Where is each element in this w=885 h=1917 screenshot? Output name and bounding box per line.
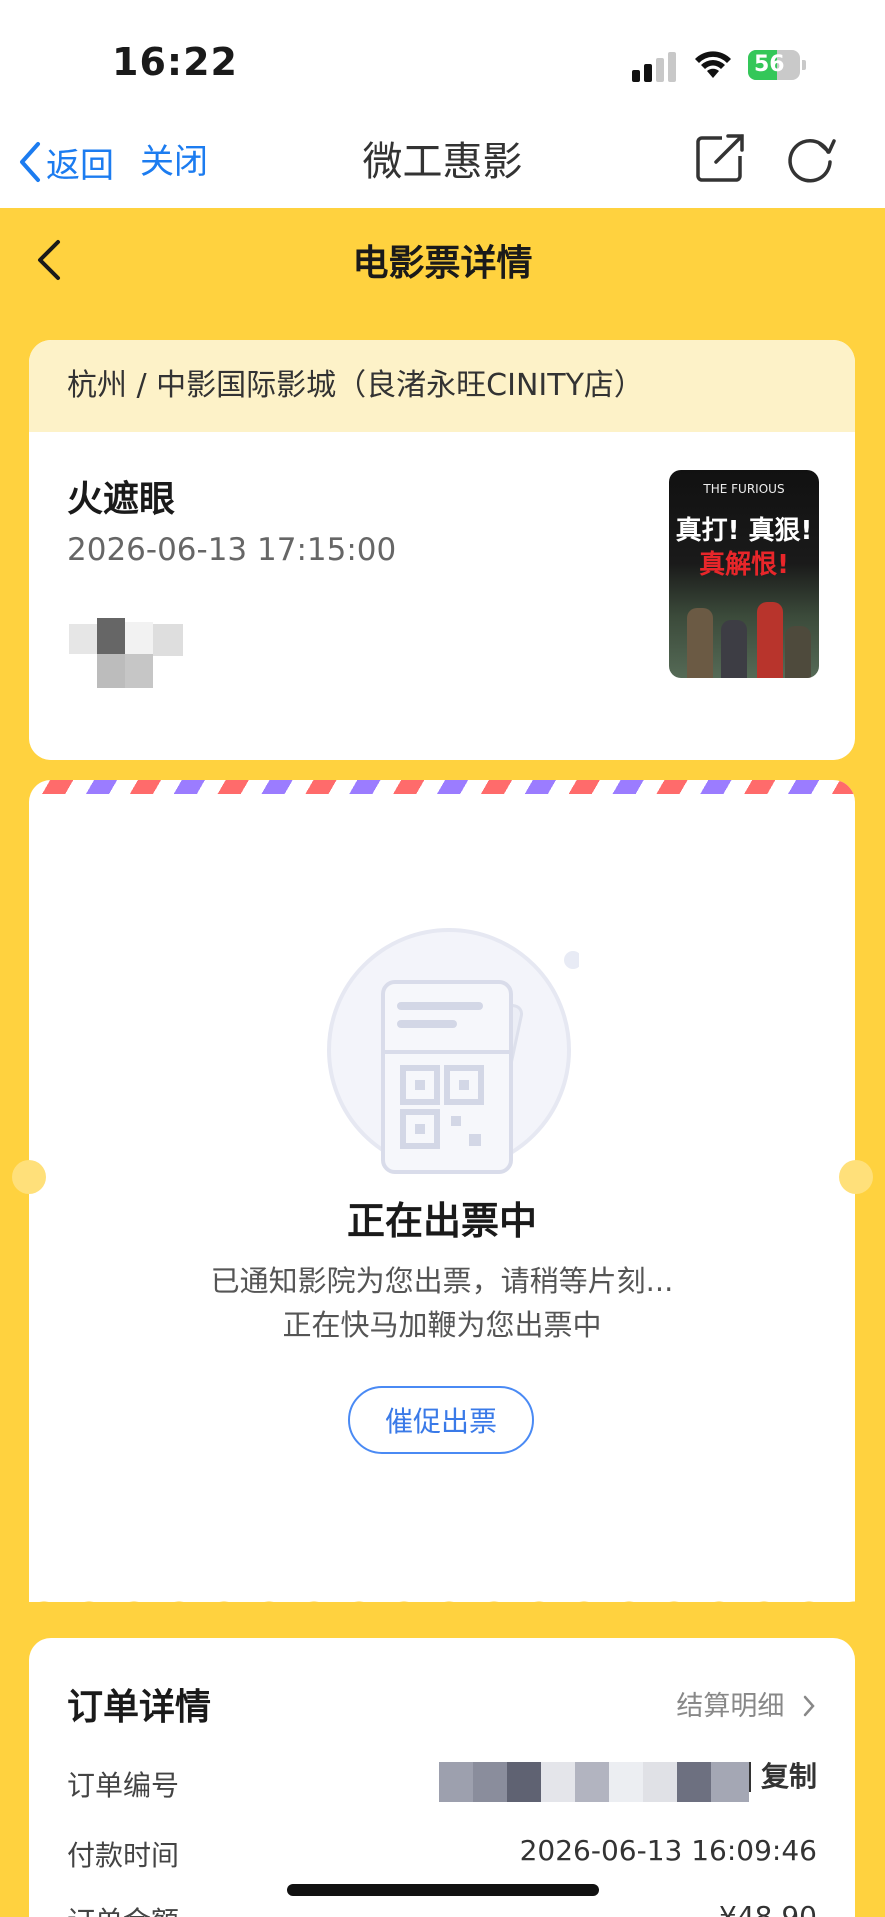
ticket-detail-page: 电影票详情 杭州 / 中影国际影城（良渚永旺CINITY店） 火遮眼 2026-… <box>0 208 885 1917</box>
battery-icon: 56 <box>748 50 806 80</box>
pay-time-label: 付款时间 <box>67 1839 180 1872</box>
urge-ticket-button[interactable]: 催促出票 <box>348 1386 534 1454</box>
share-icon[interactable] <box>692 130 748 186</box>
settlement-detail-label: 结算明细 <box>676 1691 785 1722</box>
order-title: 订单详情 <box>67 1687 212 1728</box>
movie-info: 火遮眼 2026-06-13 17:15:00 THE FURIOUS 真打! … <box>29 432 855 760</box>
ticket-scallop-edge <box>29 1590 855 1616</box>
ticket-notch-right <box>839 1160 873 1194</box>
page-title: 电影票详情 <box>352 243 533 284</box>
movie-showtime: 2026-06-13 17:15:00 <box>67 532 397 568</box>
cinema-location: 杭州 / 中影国际影城（良渚永旺CINITY店） <box>29 340 855 432</box>
ticket-status-card: 正在出票中 已通知影院为您出票，请稍等片刻... 正在快马加鞭为您出票中 催促出… <box>29 780 855 1602</box>
order-number-label: 订单编号 <box>67 1769 180 1802</box>
order-number-redacted <box>439 1762 751 1802</box>
order-amount-label: 订单金额 <box>67 1900 179 1917</box>
status-time: 16:22 <box>112 40 238 84</box>
cinema-card: 杭州 / 中影国际影城（良渚永旺CINITY店） 火遮眼 2026-06-13 … <box>29 340 855 760</box>
copy-order-number-button[interactable]: 复制 <box>748 1762 817 1792</box>
cellular-signal-icon <box>632 52 678 82</box>
status-bar: 16:22 56 <box>0 0 885 120</box>
chevron-right-icon <box>803 1695 815 1717</box>
refresh-icon[interactable] <box>782 130 838 186</box>
ticket-status-desc-2: 正在快马加鞭为您出票中 <box>282 1308 602 1342</box>
ticket-status-desc-1: 已通知影院为您出票，请稍等片刻... <box>210 1264 674 1298</box>
ticket-qr-placeholder-icon <box>327 928 579 1174</box>
order-detail-card: 订单详情 结算明细 订单编号 复制 付款时间 2026-06-13 16:09:… <box>29 1638 855 1917</box>
poster-line-2: 真解恨! <box>699 550 789 580</box>
wifi-icon <box>695 51 731 78</box>
ticket-notch-left <box>12 1160 46 1194</box>
battery-level: 56 <box>754 52 785 77</box>
nav-title: 微工惠影 <box>362 139 523 185</box>
movie-poster[interactable]: THE FURIOUS 真打! 真狠! 真解恨! <box>669 470 819 678</box>
ticket-status-title: 正在出票中 <box>346 1199 537 1243</box>
airmail-border <box>29 780 855 794</box>
seat-info-redacted <box>69 602 219 692</box>
home-indicator[interactable] <box>287 1884 599 1896</box>
order-amount-value: ¥48.90 <box>719 1900 817 1917</box>
movie-title: 火遮眼 <box>67 479 176 520</box>
settlement-detail-link[interactable]: 结算明细 <box>676 1684 817 1723</box>
pay-time-value: 2026-06-13 16:09:46 <box>519 1834 817 1867</box>
poster-tag: THE FURIOUS <box>703 482 785 496</box>
poster-line-1: 真打! 真狠! <box>675 516 813 546</box>
webview-nav-bar: 返回 关闭 微工惠影 <box>0 120 885 208</box>
